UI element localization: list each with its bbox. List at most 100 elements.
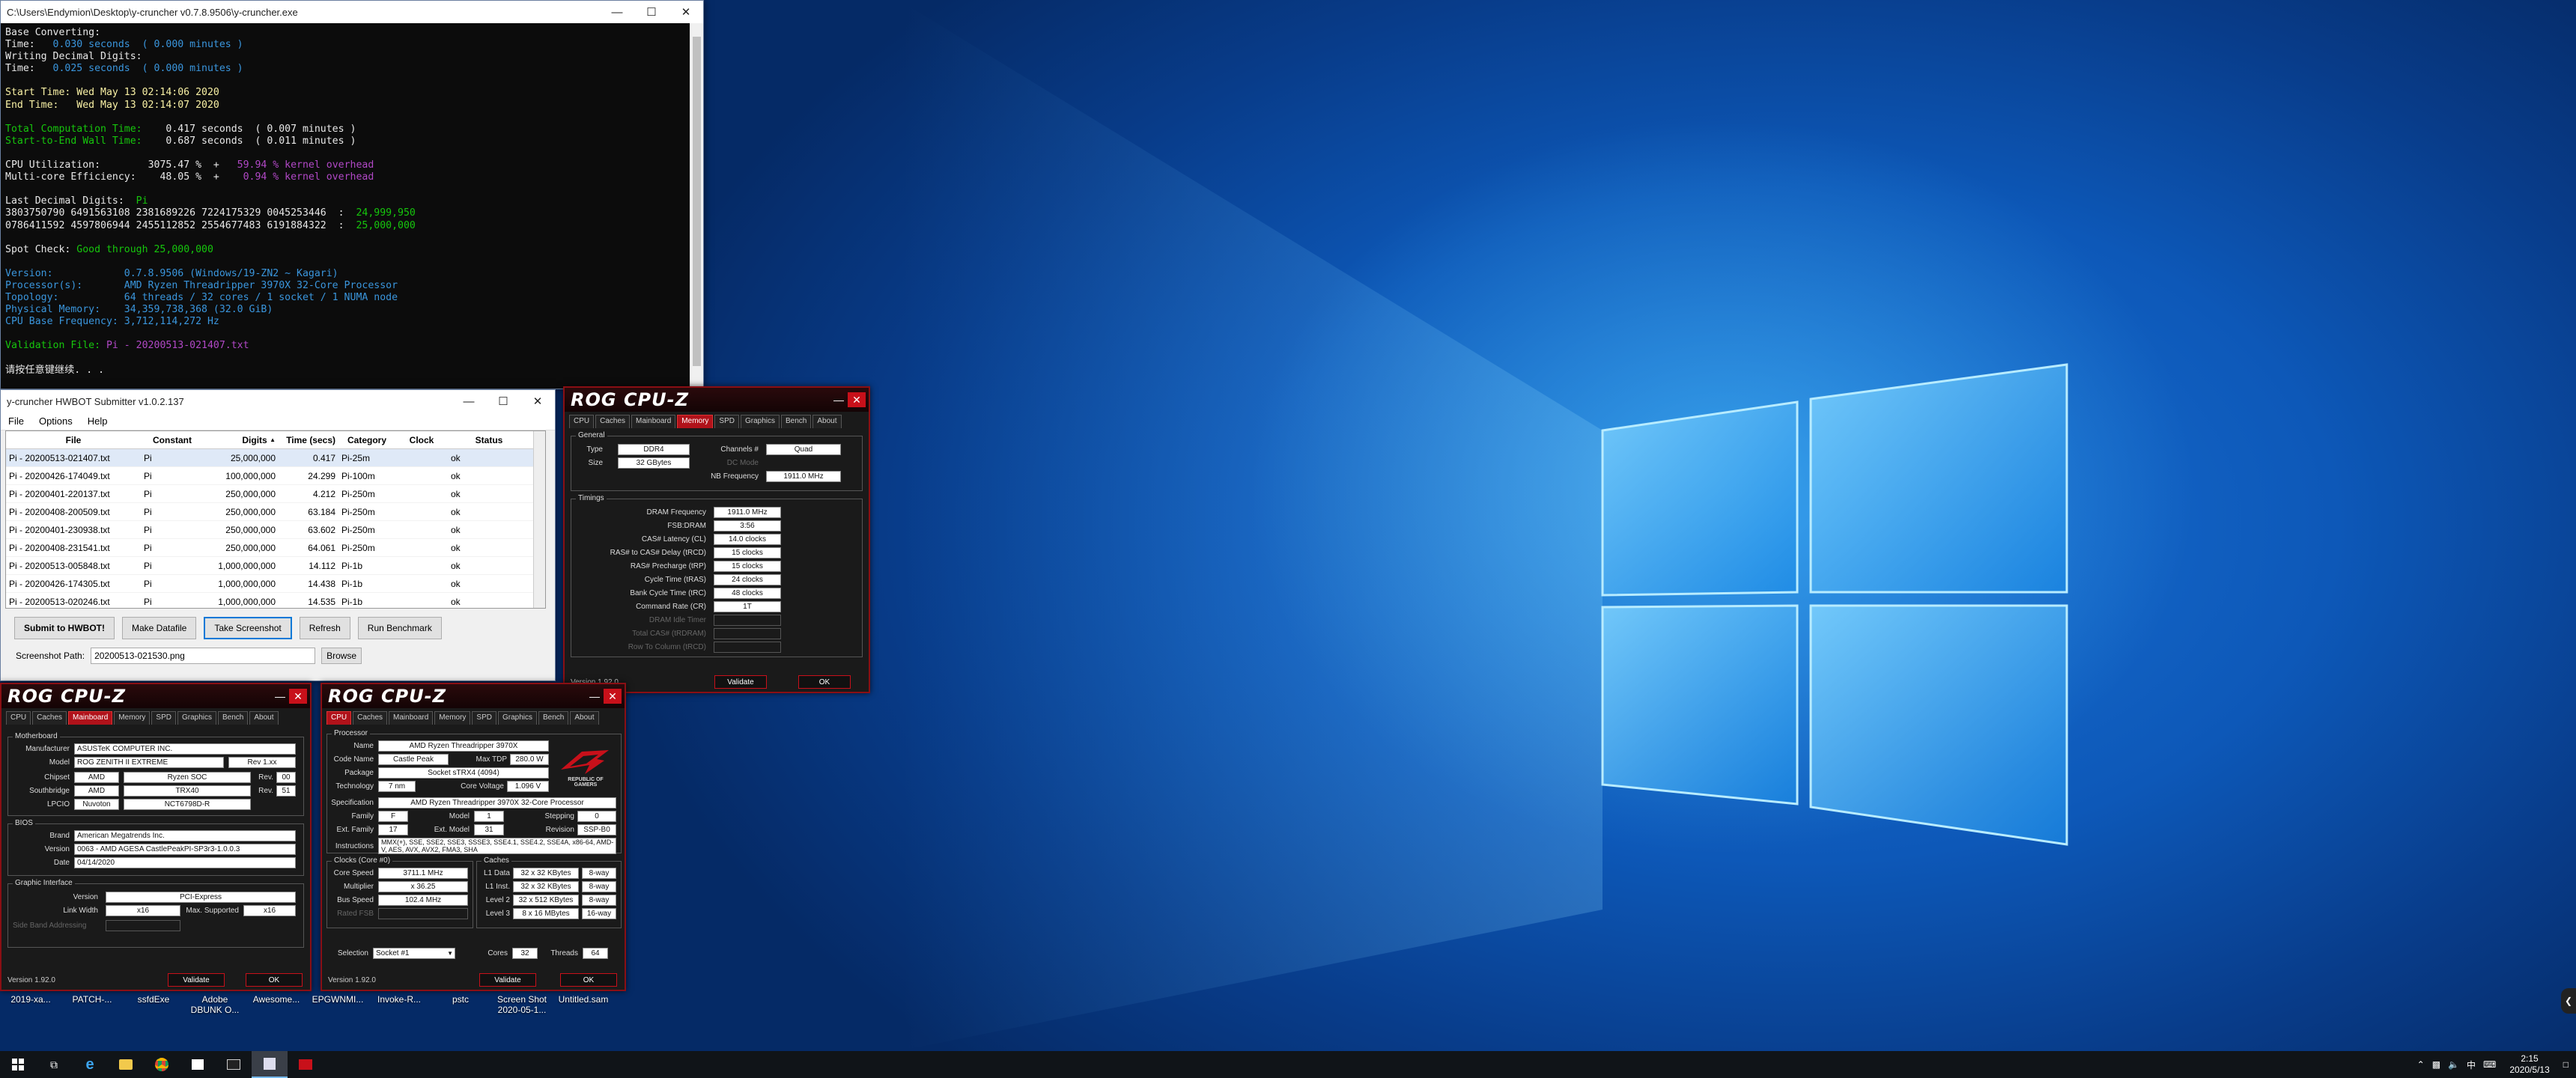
selection-dropdown[interactable]: Socket #1 ▼: [373, 948, 455, 959]
table-row[interactable]: Pi - 20200401-230938.txt Pi 250,000,000 63.…: [6, 521, 545, 539]
tab-graphics[interactable]: Graphics: [740, 415, 780, 428]
chevron-up-icon[interactable]: ⌃: [2417, 1059, 2425, 1070]
tab-caches[interactable]: Caches: [595, 415, 631, 428]
table-row[interactable]: Pi - 20200513-020246.txt Pi 1,000,000,000 1…: [6, 593, 545, 608]
taskbar-file-explorer[interactable]: [108, 1051, 144, 1078]
desktop-icon[interactable]: PATCH-...: [63, 994, 121, 1005]
hwbot-submitter-window[interactable]: y-cruncher HWBOT Submitter v1.0.2.137 — …: [0, 389, 556, 681]
notifications-icon[interactable]: □: [2563, 1059, 2569, 1070]
minimize-button[interactable]: —: [600, 1, 634, 23]
ime-indicator[interactable]: 中: [2467, 1059, 2476, 1071]
tab-graphics[interactable]: Graphics: [497, 711, 537, 725]
ok-button[interactable]: OK: [798, 675, 851, 689]
header-constant[interactable]: Constant: [141, 431, 204, 448]
tab-memory[interactable]: Memory: [434, 711, 471, 725]
refresh-button[interactable]: Refresh: [299, 617, 350, 639]
desktop-icon[interactable]: pstc: [431, 994, 490, 1005]
cpuz-cpu-window[interactable]: ROG CPU-Z — ✕ CPU Caches Mainboard Memor…: [321, 683, 626, 991]
tab-mainboard[interactable]: Mainboard: [389, 711, 434, 725]
cpuz-titlebar[interactable]: ROG CPU-Z — ✕: [1, 684, 310, 708]
table-scrollbar[interactable]: [533, 431, 545, 608]
table-row[interactable]: Pi - 20200513-021407.txt Pi 25,000,000 0.41…: [6, 449, 545, 467]
cpuz-memory-window[interactable]: ROG CPU-Z — ✕ CPU Caches Mainboard Memor…: [563, 386, 870, 693]
minimize-button[interactable]: —: [452, 390, 486, 412]
tab-about[interactable]: About: [570, 711, 599, 725]
ok-button[interactable]: OK: [560, 973, 617, 987]
browse-button[interactable]: Browse: [321, 648, 362, 664]
tab-bench[interactable]: Bench: [218, 711, 249, 725]
menu-file[interactable]: File: [1, 415, 31, 427]
table-row[interactable]: Pi - 20200408-231541.txt Pi 250,000,000 64.…: [6, 539, 545, 557]
task-view-button[interactable]: ⧉: [36, 1051, 72, 1078]
table-row[interactable]: Pi - 20200513-005848.txt Pi 1,000,000,000 1…: [6, 557, 545, 575]
validate-button[interactable]: Validate: [168, 973, 225, 987]
expand-arrow-icon[interactable]: ❮: [2561, 988, 2576, 1014]
menu-help[interactable]: Help: [80, 415, 115, 427]
submit-to-hwbot-button[interactable]: Submit to HWBOT!: [14, 617, 115, 639]
header-status[interactable]: Status: [448, 431, 530, 448]
take-screenshot-button[interactable]: Take Screenshot: [204, 617, 292, 639]
close-button[interactable]: ✕: [669, 1, 703, 23]
tab-graphics[interactable]: Graphics: [177, 711, 216, 725]
tab-caches[interactable]: Caches: [32, 711, 67, 725]
close-button[interactable]: ✕: [520, 390, 555, 412]
console-titlebar[interactable]: C:\Users\Endymion\Desktop\y-cruncher v0.…: [1, 1, 703, 23]
taskbar-hwbot[interactable]: [252, 1051, 288, 1078]
minimize-button[interactable]: —: [830, 392, 848, 407]
header-clock[interactable]: Clock: [395, 431, 448, 448]
tab-memory[interactable]: Memory: [114, 711, 151, 725]
keyboard-icon[interactable]: ⌨: [2483, 1059, 2496, 1070]
start-button[interactable]: [0, 1051, 36, 1078]
taskbar-cpuz[interactable]: [288, 1051, 323, 1078]
close-button[interactable]: ✕: [604, 689, 622, 704]
desktop-icon[interactable]: EPGWNMI...: [309, 994, 367, 1005]
clock[interactable]: 2:15 2020/5/13: [2503, 1053, 2555, 1076]
tab-caches[interactable]: Caches: [353, 711, 388, 725]
desktop-icon[interactable]: Untitled.sam: [554, 994, 613, 1005]
minimize-button[interactable]: —: [586, 689, 604, 704]
taskbar-console[interactable]: [216, 1051, 252, 1078]
header-category[interactable]: Category: [338, 431, 395, 448]
tab-bench[interactable]: Bench: [538, 711, 569, 725]
validate-button[interactable]: Validate: [479, 973, 536, 987]
desktop-icon[interactable]: Screen Shot 2020-05-1...: [493, 994, 551, 1015]
tab-cpu[interactable]: CPU: [326, 711, 352, 725]
table-row[interactable]: Pi - 20200426-174049.txt Pi 100,000,000 24.…: [6, 467, 545, 485]
tab-bench[interactable]: Bench: [781, 415, 812, 428]
taskbar-store[interactable]: [180, 1051, 216, 1078]
screenshot-path-input[interactable]: 20200513-021530.png: [91, 648, 316, 664]
maximize-button[interactable]: ☐: [486, 390, 520, 412]
maximize-button[interactable]: ☐: [634, 1, 669, 23]
run-benchmark-button[interactable]: Run Benchmark: [357, 617, 442, 639]
cpuz-titlebar[interactable]: ROG CPU-Z — ✕: [565, 388, 869, 412]
table-row[interactable]: Pi - 20200426-174305.txt Pi 1,000,000,000 1…: [6, 575, 545, 593]
validate-button[interactable]: Validate: [714, 675, 767, 689]
console-window[interactable]: C:\Users\Endymion\Desktop\y-cruncher v0.…: [0, 0, 704, 389]
cpuz-mainboard-window[interactable]: ROG CPU-Z — ✕ CPU Caches Mainboard Memor…: [0, 683, 312, 991]
results-table[interactable]: File Constant Digits ▲ Time (secs) Categ…: [5, 430, 546, 609]
tab-spd[interactable]: SPD: [151, 711, 176, 725]
tab-mainboard[interactable]: Mainboard: [631, 415, 676, 428]
taskbar-edge[interactable]: e: [72, 1051, 108, 1078]
header-file[interactable]: File: [6, 431, 141, 448]
hwbot-titlebar[interactable]: y-cruncher HWBOT Submitter v1.0.2.137 — …: [1, 390, 555, 412]
desktop-icon[interactable]: Invoke-R...: [370, 994, 428, 1005]
desktop-icon[interactable]: ssfdExe: [124, 994, 183, 1005]
tab-cpu[interactable]: CPU: [569, 415, 595, 428]
header-time[interactable]: Time (secs): [279, 431, 338, 448]
menu-options[interactable]: Options: [31, 415, 80, 427]
desktop-icon[interactable]: 2019-xa...: [1, 994, 60, 1005]
scrollbar-thumb[interactable]: [693, 37, 701, 366]
close-button[interactable]: ✕: [848, 392, 866, 407]
make-datafile-button[interactable]: Make Datafile: [121, 617, 197, 639]
tab-about[interactable]: About: [812, 415, 842, 428]
tab-memory[interactable]: Memory: [677, 415, 714, 428]
minimize-button[interactable]: —: [271, 689, 289, 704]
table-row[interactable]: Pi - 20200408-200509.txt Pi 250,000,000 63.…: [6, 503, 545, 521]
taskbar-chrome[interactable]: [144, 1051, 180, 1078]
tab-spd[interactable]: SPD: [472, 711, 496, 725]
cpuz-titlebar[interactable]: ROG CPU-Z — ✕: [322, 684, 625, 708]
desktop-icon[interactable]: Adobe DBUNK O...: [186, 994, 244, 1015]
volume-icon[interactable]: 🔈: [2448, 1059, 2459, 1070]
tab-spd[interactable]: SPD: [714, 415, 739, 428]
